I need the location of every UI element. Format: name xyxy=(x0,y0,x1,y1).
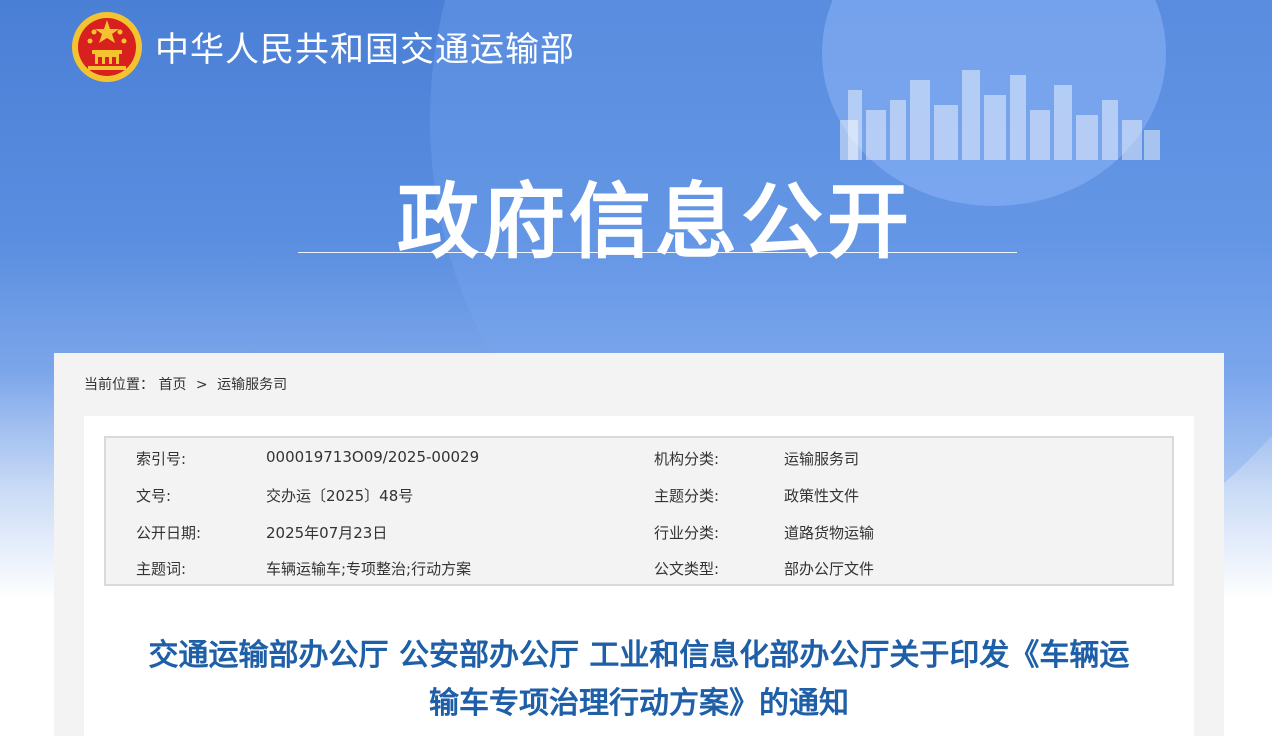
metadata-value: 000019713O09/2025-00029 xyxy=(266,448,480,466)
metadata-row: 主题词: 车辆运输车;专项整治;行动方案 公文类型: 部办公厅文件 xyxy=(106,558,1172,578)
breadcrumb-separator: > xyxy=(195,377,208,393)
metadata-row: 文号: 交办运〔2025〕48号 主题分类: 政策性文件 xyxy=(106,485,1172,505)
metadata-key: 主题分类: xyxy=(654,487,720,505)
hero-underline xyxy=(298,252,1017,253)
metadata-key: 文号: xyxy=(136,487,172,505)
metadata-key: 主题词: xyxy=(136,560,187,578)
metadata-value: 车辆运输车;专项整治;行动方案 xyxy=(266,560,472,578)
hero-title: 政府信息公开 xyxy=(396,175,913,270)
metadata-row: 索引号: 000019713O09/2025-00029 机构分类: 运输服务司 xyxy=(106,448,1172,468)
city-skyline-illustration xyxy=(840,70,1160,160)
metadata-key: 索引号: xyxy=(136,450,187,468)
metadata-value: 政策性文件 xyxy=(784,487,860,505)
breadcrumb-current-link[interactable]: 运输服务司 xyxy=(217,374,287,394)
document-title-line: 输车专项治理行动方案》的通知 xyxy=(429,686,849,721)
national-emblem-icon xyxy=(72,12,142,82)
site-title[interactable]: 中华人民共和国交通运输部 xyxy=(155,22,575,71)
breadcrumb-home-link[interactable]: 首页 xyxy=(158,374,186,394)
metadata-value: 2025年07月23日 xyxy=(266,524,388,542)
breadcrumb: 当前位置： 首页 > 运输服务司 xyxy=(84,374,287,394)
metadata-value: 交办运〔2025〕48号 xyxy=(266,487,414,505)
metadata-value: 道路货物运输 xyxy=(784,524,875,542)
metadata-row: 公开日期: 2025年07月23日 行业分类: 道路货物运输 xyxy=(106,522,1172,542)
metadata-key: 机构分类: xyxy=(654,450,720,468)
metadata-key: 公文类型: xyxy=(654,560,720,578)
metadata-value: 部办公厅文件 xyxy=(784,560,875,578)
metadata-key: 公开日期: xyxy=(136,524,202,542)
metadata-value: 运输服务司 xyxy=(784,450,860,468)
breadcrumb-label: 当前位置： xyxy=(84,377,154,393)
document-metadata-table: 索引号: 000019713O09/2025-00029 机构分类: 运输服务司… xyxy=(104,436,1174,586)
document-title-line: 交通运输部办公厅 公安部办公厅 工业和信息化部办公厅关于印发《车辆运 xyxy=(148,638,1130,673)
metadata-key: 行业分类: xyxy=(654,524,720,542)
document-title: 交通运输部办公厅 公安部办公厅 工业和信息化部办公厅关于印发《车辆运 输车专项治… xyxy=(110,632,1168,728)
